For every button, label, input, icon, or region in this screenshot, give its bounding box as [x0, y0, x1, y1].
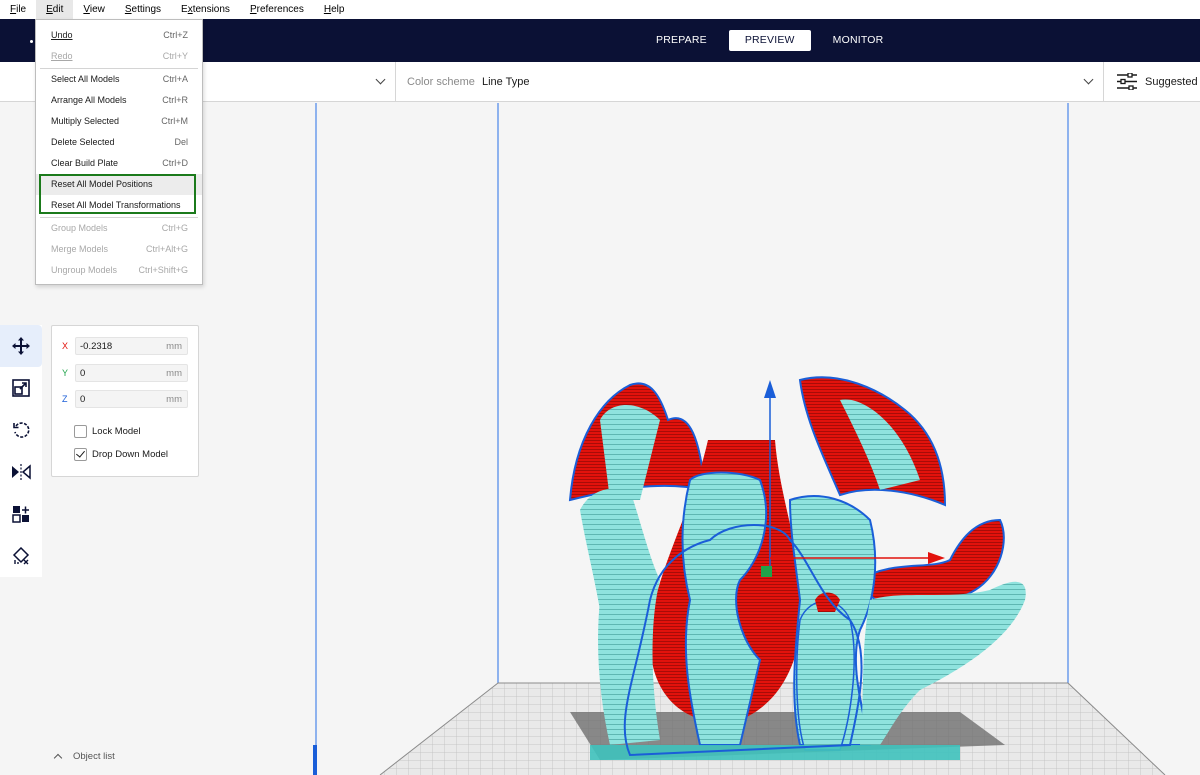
- y-value: 0: [80, 368, 86, 379]
- object-list-toggle[interactable]: Object list: [50, 748, 115, 764]
- menu-item-merge-models[interactable]: Merge Models Ctrl+Alt+G: [36, 239, 202, 260]
- drop-down-model-label: Drop Down Model: [92, 449, 169, 460]
- rotate-icon: [13, 422, 30, 438]
- y-unit: mm: [166, 368, 182, 379]
- lock-model-option[interactable]: Lock Model: [74, 425, 141, 438]
- chevron-down-icon: [1083, 74, 1094, 85]
- menu-item-redo[interactable]: Redo Ctrl+Y: [36, 46, 202, 67]
- move-tool-button[interactable]: [0, 325, 42, 367]
- mirror-tool-button[interactable]: [0, 451, 42, 493]
- menu-preferences[interactable]: Preferences: [240, 0, 314, 19]
- left-tool-bar: [0, 325, 42, 577]
- tab-prepare[interactable]: PREPARE: [640, 30, 723, 51]
- menu-item-ungroup-models[interactable]: Ungroup Models Ctrl+Shift+G: [36, 260, 202, 281]
- z-value: 0: [80, 394, 86, 405]
- drop-down-model-checkbox[interactable]: [74, 448, 87, 461]
- gizmo-y-handle[interactable]: [761, 566, 772, 577]
- tab-monitor[interactable]: MONITOR: [817, 30, 900, 51]
- menu-view[interactable]: View: [73, 0, 115, 19]
- color-scheme-label: Color scheme: [407, 76, 475, 88]
- suggested-label: Suggested: [1145, 76, 1198, 88]
- highlight-box: [39, 174, 196, 214]
- move-tool-panel: X -0.2318 mm Y 0 mm Z 0 mm Lock Model Dr…: [51, 325, 199, 477]
- settings-sliders-icon: [1117, 73, 1137, 90]
- logo-icon: [30, 40, 33, 43]
- per-model-settings-icon: [12, 506, 29, 523]
- layer-slider-handle[interactable]: [313, 745, 317, 775]
- support-blocker-icon: [12, 547, 30, 565]
- menu-edit[interactable]: Edit: [36, 0, 74, 19]
- menubar: File Edit View Settings Extensions Prefe…: [0, 0, 1200, 19]
- menu-help[interactable]: Help: [314, 0, 355, 19]
- edit-menu-dropdown: Undo Ctrl+Z Redo Ctrl+Y Select All Model…: [35, 19, 203, 285]
- x-position-field[interactable]: -0.2318 mm: [75, 337, 188, 355]
- rotate-tool-button[interactable]: [0, 409, 42, 451]
- tab-preview[interactable]: PREVIEW: [728, 30, 811, 51]
- z-axis-label: Z: [62, 394, 68, 404]
- x-unit: mm: [166, 341, 182, 352]
- menu-item-select-all-models[interactable]: Select All Models Ctrl+A: [36, 69, 202, 90]
- lock-model-checkbox[interactable]: [74, 425, 87, 438]
- support-blocker-button[interactable]: [0, 535, 42, 577]
- menu-item-group-models[interactable]: Group Models Ctrl+G: [36, 218, 202, 239]
- scale-tool-button[interactable]: [0, 367, 42, 409]
- chevron-down-icon: [375, 74, 386, 85]
- x-axis-label: X: [62, 341, 69, 351]
- per-model-settings-button[interactable]: [0, 493, 42, 535]
- x-value: -0.2318: [80, 341, 113, 352]
- menu-settings[interactable]: Settings: [115, 0, 171, 19]
- drop-down-model-option[interactable]: Drop Down Model: [74, 448, 168, 461]
- menu-file[interactable]: File: [0, 0, 36, 19]
- z-unit: mm: [166, 394, 182, 405]
- z-position-field[interactable]: 0 mm: [75, 390, 188, 408]
- menu-item-clear-build-plate[interactable]: Clear Build Plate Ctrl+D: [36, 153, 202, 174]
- print-settings-button[interactable]: Suggested: [1105, 62, 1200, 102]
- lock-model-label: Lock Model: [92, 426, 141, 437]
- move-icon: [12, 337, 30, 355]
- gizmo-z-arrow[interactable]: [764, 380, 776, 398]
- color-scheme-value: Line Type: [482, 76, 530, 88]
- stage-tabs: PREPARE PREVIEW MONITOR: [640, 30, 899, 51]
- object-list-label: Object list: [73, 750, 115, 762]
- menu-item-delete-selected[interactable]: Delete Selected Del: [36, 132, 202, 153]
- y-axis-label: Y: [62, 368, 69, 378]
- mirror-icon: [12, 464, 31, 480]
- scale-icon: [12, 379, 30, 397]
- y-position-field[interactable]: 0 mm: [75, 364, 188, 382]
- menu-item-arrange-all-models[interactable]: Arrange All Models Ctrl+R: [36, 90, 202, 111]
- menu-item-undo[interactable]: Undo Ctrl+Z: [36, 25, 202, 46]
- color-scheme-dropdown[interactable]: Color scheme Line Type: [397, 62, 1104, 102]
- menu-item-multiply-selected[interactable]: Multiply Selected Ctrl+M: [36, 111, 202, 132]
- menu-extensions[interactable]: Extensions: [171, 0, 240, 19]
- chevron-up-icon: [53, 753, 63, 762]
